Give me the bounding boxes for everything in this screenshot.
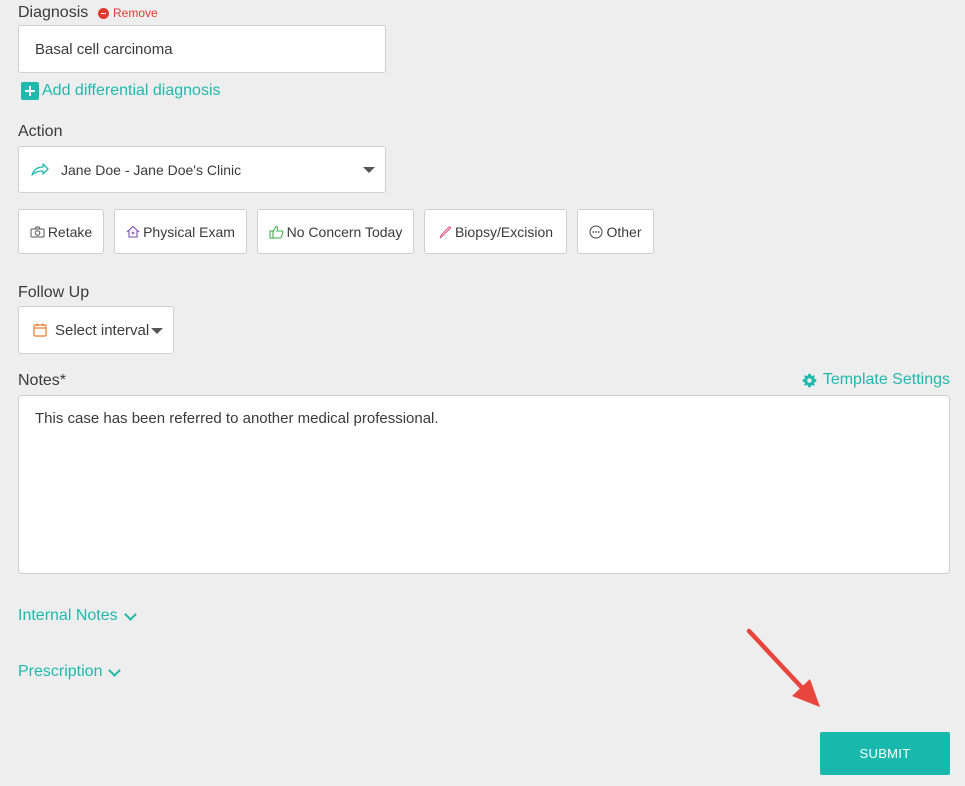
follow-up-placeholder: Select interval [55,321,150,339]
annotation-arrow-icon [746,628,820,707]
diagnosis-value: Basal cell carcinoma [35,40,173,58]
diagnosis-label: Diagnosis [18,4,89,21]
add-differential-diagnosis-link[interactable]: Add differential diagnosis [21,82,221,100]
chevron-down-icon [363,167,375,173]
diagnosis-input[interactable]: Basal cell carcinoma [18,25,386,73]
gear-icon [802,373,817,388]
house-icon [126,225,140,238]
ellipsis-circle-icon [589,225,603,239]
chevron-down-icon [123,607,137,621]
retake-label: Retake [47,223,93,240]
physical-exam-button[interactable]: Physical Exam [114,209,247,254]
template-settings-link[interactable]: Template Settings [802,371,950,389]
internal-notes-toggle[interactable]: Internal Notes [18,607,137,625]
follow-up-select[interactable]: Select interval [18,306,174,354]
action-selected-value: Jane Doe - Jane Doe's Clinic [61,161,242,178]
plus-icon [21,82,39,100]
scalpel-icon [438,225,452,239]
biopsy-excision-button[interactable]: Biopsy/Excision [424,209,567,254]
action-select[interactable]: Jane Doe - Jane Doe's Clinic [18,146,386,193]
biopsy-excision-label: Biopsy/Excision [454,223,554,240]
template-settings-label: Template Settings [822,371,950,388]
prescription-toggle[interactable]: Prescription [18,663,122,681]
camera-icon [30,226,45,238]
notes-value: This case has been referred to another m… [35,410,439,427]
remove-label: Remove [113,6,158,20]
no-concern-today-button[interactable]: No Concern Today [257,209,414,254]
chevron-down-icon [108,663,122,677]
action-label: Action [18,123,63,140]
notes-label: Notes* [18,372,67,389]
other-button[interactable]: Other [577,209,654,254]
notes-textarea[interactable]: This case has been referred to another m… [18,395,950,574]
remove-diagnosis-button[interactable]: Remove [98,6,158,20]
submit-button[interactable]: SUBMIT [820,732,950,775]
other-label: Other [606,223,642,240]
calendar-icon [33,323,47,337]
physical-exam-label: Physical Exam [143,223,235,240]
thumbs-up-icon [269,225,284,239]
remove-icon [98,7,109,19]
no-concern-today-label: No Concern Today [286,223,403,240]
add-differential-label: Add differential diagnosis [42,82,221,99]
chevron-down-icon [151,328,163,334]
share-icon [31,162,49,177]
retake-button[interactable]: Retake [18,209,104,254]
follow-up-label: Follow Up [18,284,90,301]
internal-notes-label: Internal Notes [18,607,118,624]
prescription-label: Prescription [18,663,103,680]
